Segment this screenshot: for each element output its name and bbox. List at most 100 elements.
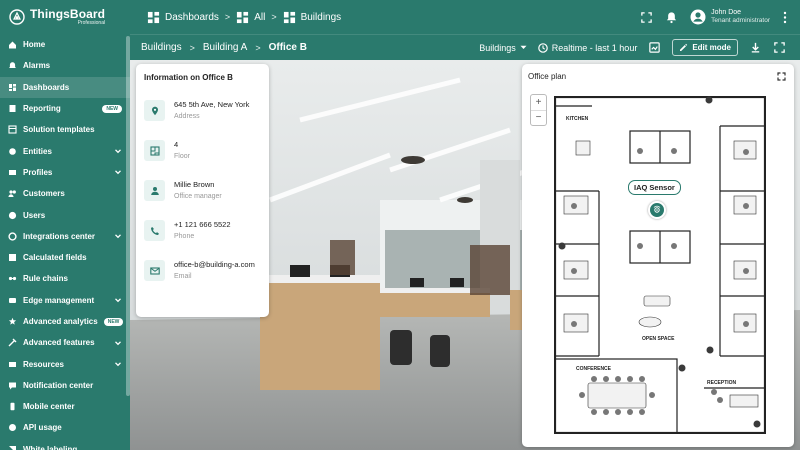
sidebar-item-label: Reporting xyxy=(23,104,61,114)
location-icon xyxy=(151,106,158,115)
report-icon xyxy=(9,105,16,113)
sidebar-item-label: Users xyxy=(23,210,46,220)
sidebar-item-label: Rule chains xyxy=(23,274,68,284)
breadcrumb-separator: > xyxy=(189,42,195,53)
download-icon[interactable] xyxy=(749,41,762,54)
resources-icon xyxy=(9,361,16,367)
user-name: John Doe xyxy=(711,8,742,16)
info-label: Office manager xyxy=(174,193,222,200)
sensor-icon xyxy=(653,205,661,213)
state-select[interactable]: Buildings xyxy=(479,43,527,53)
dashboard-state-breadcrumb: Buildings > Building A > Office B xyxy=(130,42,307,53)
breadcrumb-separator: > xyxy=(271,12,277,22)
timewindow-button[interactable]: Realtime - last 1 hour xyxy=(537,43,637,53)
top-bar: Dashboards > All > Buildings John Doe Te… xyxy=(130,0,800,34)
room-label-conference: CONFERENCE xyxy=(576,366,612,372)
sidebar-item-alarms[interactable]: Alarms xyxy=(0,55,130,76)
info-value: +1 121 666 5522 xyxy=(174,220,231,229)
api-icon xyxy=(9,424,16,432)
notifications-bell-icon[interactable] xyxy=(665,11,678,24)
app-logo[interactable]: ThingsBoard Professional xyxy=(0,0,130,34)
zoom-in-button[interactable]: + xyxy=(531,95,546,110)
sidebar-item-resources[interactable]: Resources xyxy=(0,353,130,374)
screenshot-icon[interactable] xyxy=(648,41,661,54)
breadcrumb-all[interactable]: All xyxy=(236,11,265,24)
sidebar: ThingsBoard Professional Home Alarms Dashb… xyxy=(0,0,130,450)
profiles-icon xyxy=(9,169,16,175)
info-label: Email xyxy=(174,273,192,280)
pencil-icon xyxy=(680,43,688,51)
info-value: 645 5th Ave, New York xyxy=(174,100,250,109)
sidebar-item-label: Dashboards xyxy=(23,82,70,92)
sidebar-item-label: Advanced features xyxy=(23,338,95,348)
sidebar-item-label: Solution templates xyxy=(23,125,95,135)
fullscreen-icon[interactable] xyxy=(640,11,653,24)
sidebar-item-advanced-analytics[interactable]: Advanced analytics NEW xyxy=(0,311,130,332)
sidebar-item-rule-chains[interactable]: Rule chains xyxy=(0,268,130,289)
sidebar-item-label: Calculated fields xyxy=(23,253,87,263)
more-vert-icon[interactable] xyxy=(782,11,788,24)
info-row-manager: Millie Brown Office manager xyxy=(144,180,222,201)
info-row-phone: +1 121 666 5522 Phone xyxy=(144,220,231,241)
analytics-icon xyxy=(8,317,17,325)
sidebar-item-notification-center[interactable]: Notification center xyxy=(0,375,130,396)
integrations-icon xyxy=(8,232,17,241)
state-building-a[interactable]: Building A xyxy=(203,42,247,53)
state-office-b: Office B xyxy=(268,42,307,53)
sidebar-item-advanced-features[interactable]: Advanced features xyxy=(0,332,130,353)
sidebar-item-label: White labeling xyxy=(23,444,78,450)
info-label: Address xyxy=(174,113,200,120)
sidebar-item-edge-management[interactable]: Edge management xyxy=(0,290,130,311)
chevron-down-icon xyxy=(115,298,121,303)
sidebar-item-calculated-fields[interactable]: Calculated fields xyxy=(0,247,130,268)
breadcrumb-dashboards[interactable]: Dashboards xyxy=(147,11,219,24)
info-icon-box xyxy=(144,140,165,161)
app-name: ThingsBoard xyxy=(30,7,106,21)
sidebar-item-label: Alarms xyxy=(23,61,51,71)
room-label-kitchen: KITCHEN xyxy=(566,116,589,122)
sidebar-item-entities[interactable]: Entities xyxy=(0,140,130,161)
info-icon-box xyxy=(144,100,165,121)
chevron-down-icon xyxy=(115,234,121,239)
chevron-down-icon xyxy=(115,149,121,154)
sidebar-item-reporting[interactable]: Reporting NEW xyxy=(0,98,130,119)
info-card-title: Information on Office B xyxy=(144,73,233,82)
sidebar-item-mobile-center[interactable]: Mobile center xyxy=(0,396,130,417)
sidebar-item-solution-templates[interactable]: Solution templates xyxy=(0,119,130,140)
sidebar-item-customers[interactable]: Customers xyxy=(0,183,130,204)
sidebar-menu: Home Alarms Dashboards Reporting NEW Solution… xyxy=(0,34,130,450)
info-row-email: office-b@building-a.com Email xyxy=(144,260,255,281)
sidebar-item-users[interactable]: Users xyxy=(0,204,130,225)
sidebar-item-profiles[interactable]: Profiles xyxy=(0,162,130,183)
breadcrumb-label: Buildings xyxy=(300,11,342,23)
sidebar-item-home[interactable]: Home xyxy=(0,34,130,55)
edit-mode-button[interactable]: Edit mode xyxy=(672,39,738,56)
info-label: Floor xyxy=(174,153,190,160)
breadcrumb: Dashboards > All > Buildings xyxy=(130,11,341,24)
user-menu[interactable]: John Doe Tenant administrator xyxy=(690,9,770,25)
calculated-icon xyxy=(9,254,16,262)
sidebar-item-integrations-center[interactable]: Integrations center xyxy=(0,226,130,247)
sidebar-item-label: Entities xyxy=(23,146,52,156)
app-edition: Professional xyxy=(77,20,106,26)
fullscreen-icon[interactable] xyxy=(773,41,786,54)
edge-icon xyxy=(9,297,16,303)
state-buildings[interactable]: Buildings xyxy=(141,42,182,53)
fullscreen-icon[interactable] xyxy=(777,72,786,81)
chevron-down-icon xyxy=(115,362,121,367)
white-label-icon xyxy=(9,445,16,450)
edit-mode-label: Edit mode xyxy=(692,43,731,52)
info-icon-box xyxy=(144,220,165,241)
sidebar-item-white-labeling[interactable]: White labeling xyxy=(0,439,130,450)
iaq-sensor-marker[interactable] xyxy=(648,201,666,219)
sidebar-item-api-usage[interactable]: API usage xyxy=(0,417,130,438)
info-value: 4 xyxy=(174,140,179,149)
email-icon xyxy=(149,266,160,275)
sidebar-item-dashboards[interactable]: Dashboards xyxy=(0,76,130,98)
zoom-out-button[interactable]: − xyxy=(531,109,546,126)
sidebar-item-label: Mobile center xyxy=(23,402,75,412)
dashboard-icon xyxy=(237,11,249,23)
breadcrumb-buildings[interactable]: Buildings xyxy=(283,11,342,24)
thingsboard-logo-icon xyxy=(9,9,25,25)
dashboard-icon xyxy=(9,83,16,91)
